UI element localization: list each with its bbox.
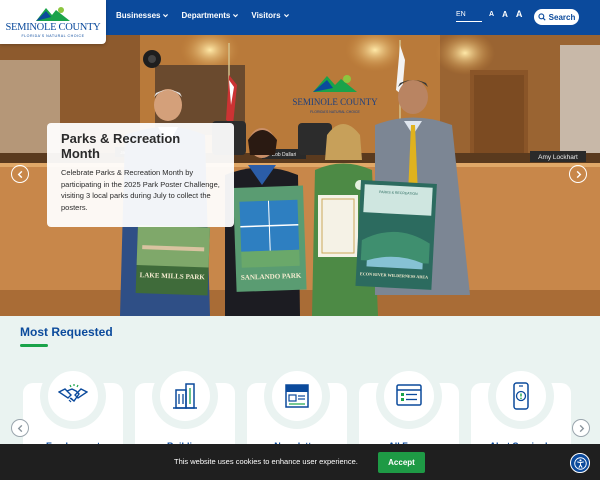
text-size-small[interactable]: A (489, 11, 494, 19)
text-size-large[interactable]: A (516, 9, 523, 19)
county-logo[interactable]: SEMINOLE COUNTY FLORIDA'S NATURAL CHOICE (0, 0, 106, 44)
nameplate-mid: Bob Dallari (272, 152, 296, 158)
main-nav: Businesses Departments Visitors (116, 11, 290, 20)
accessibility-icon (573, 456, 587, 470)
text-size-controls: A A A (489, 9, 523, 19)
text-size-medium[interactable]: A (502, 10, 508, 19)
nav-businesses[interactable]: Businesses (116, 11, 169, 20)
search-icon (538, 13, 546, 21)
chevron-down-icon (233, 14, 239, 18)
newspaper-icon (285, 384, 309, 408)
nameplate-right: Amy Lockhart (538, 154, 578, 161)
chevron-down-icon (283, 14, 289, 18)
logo-tagline: FLORIDA'S NATURAL CHOICE (21, 34, 85, 38)
accessibility-button[interactable] (570, 453, 590, 473)
language-select[interactable]: EN (456, 11, 482, 22)
nav-departments[interactable]: Departments (181, 11, 239, 20)
chevron-right-icon (579, 424, 584, 432)
forms-icon (396, 384, 422, 406)
cookie-message: This website uses cookies to enhance use… (174, 457, 358, 466)
logo-name: SEMINOLE COUNTY (5, 22, 101, 33)
county-logo-mark-icon (36, 7, 70, 21)
icon-circle (269, 368, 325, 424)
search-label: Search (548, 12, 576, 22)
carousel-next-button[interactable] (572, 419, 590, 437)
icon-circle (381, 368, 437, 424)
cookie-banner: This website uses cookies to enhance use… (0, 444, 600, 480)
nav-visitors[interactable]: Visitors (251, 11, 289, 20)
hero-description: Celebrate Parks & Recreation Month by pa… (61, 168, 220, 212)
icon-circle (493, 368, 549, 424)
search-button[interactable]: Search (534, 9, 579, 25)
hero-caption-card: Parks & Recreation Month Celebrate Parks… (47, 123, 234, 227)
hero-next-button[interactable] (569, 165, 587, 183)
chevron-left-icon (17, 424, 22, 432)
icon-circle (157, 368, 213, 424)
backdrop-logo-text: SEMINOLE COUNTY (292, 97, 378, 107)
nav-visitors-label: Visitors (251, 11, 281, 20)
accept-cookies-button[interactable]: Accept (378, 452, 425, 473)
chevron-right-icon (576, 170, 581, 178)
nav-departments-label: Departments (181, 11, 231, 20)
chevron-down-icon (163, 14, 169, 18)
nav-businesses-label: Businesses (116, 11, 161, 20)
icon-circle (45, 368, 101, 424)
hero-prev-button[interactable] (11, 165, 29, 183)
handshake-icon (58, 384, 88, 403)
most-requested-title: Most Requested (20, 325, 113, 339)
hero-slider: SEMINOLE COUNTY FLORIDA'S NATURAL CHOICE… (0, 35, 600, 316)
phone-alert-icon (513, 382, 529, 410)
building-icon (173, 383, 197, 409)
backdrop-logo-sub: FLORIDA'S NATURAL CHOICE (310, 110, 360, 114)
carousel-prev-button[interactable] (11, 419, 29, 437)
hero-title[interactable]: Parks & Recreation Month (61, 131, 201, 161)
chevron-left-icon (17, 170, 22, 178)
language-value: EN (456, 11, 466, 18)
title-underline (20, 344, 48, 347)
